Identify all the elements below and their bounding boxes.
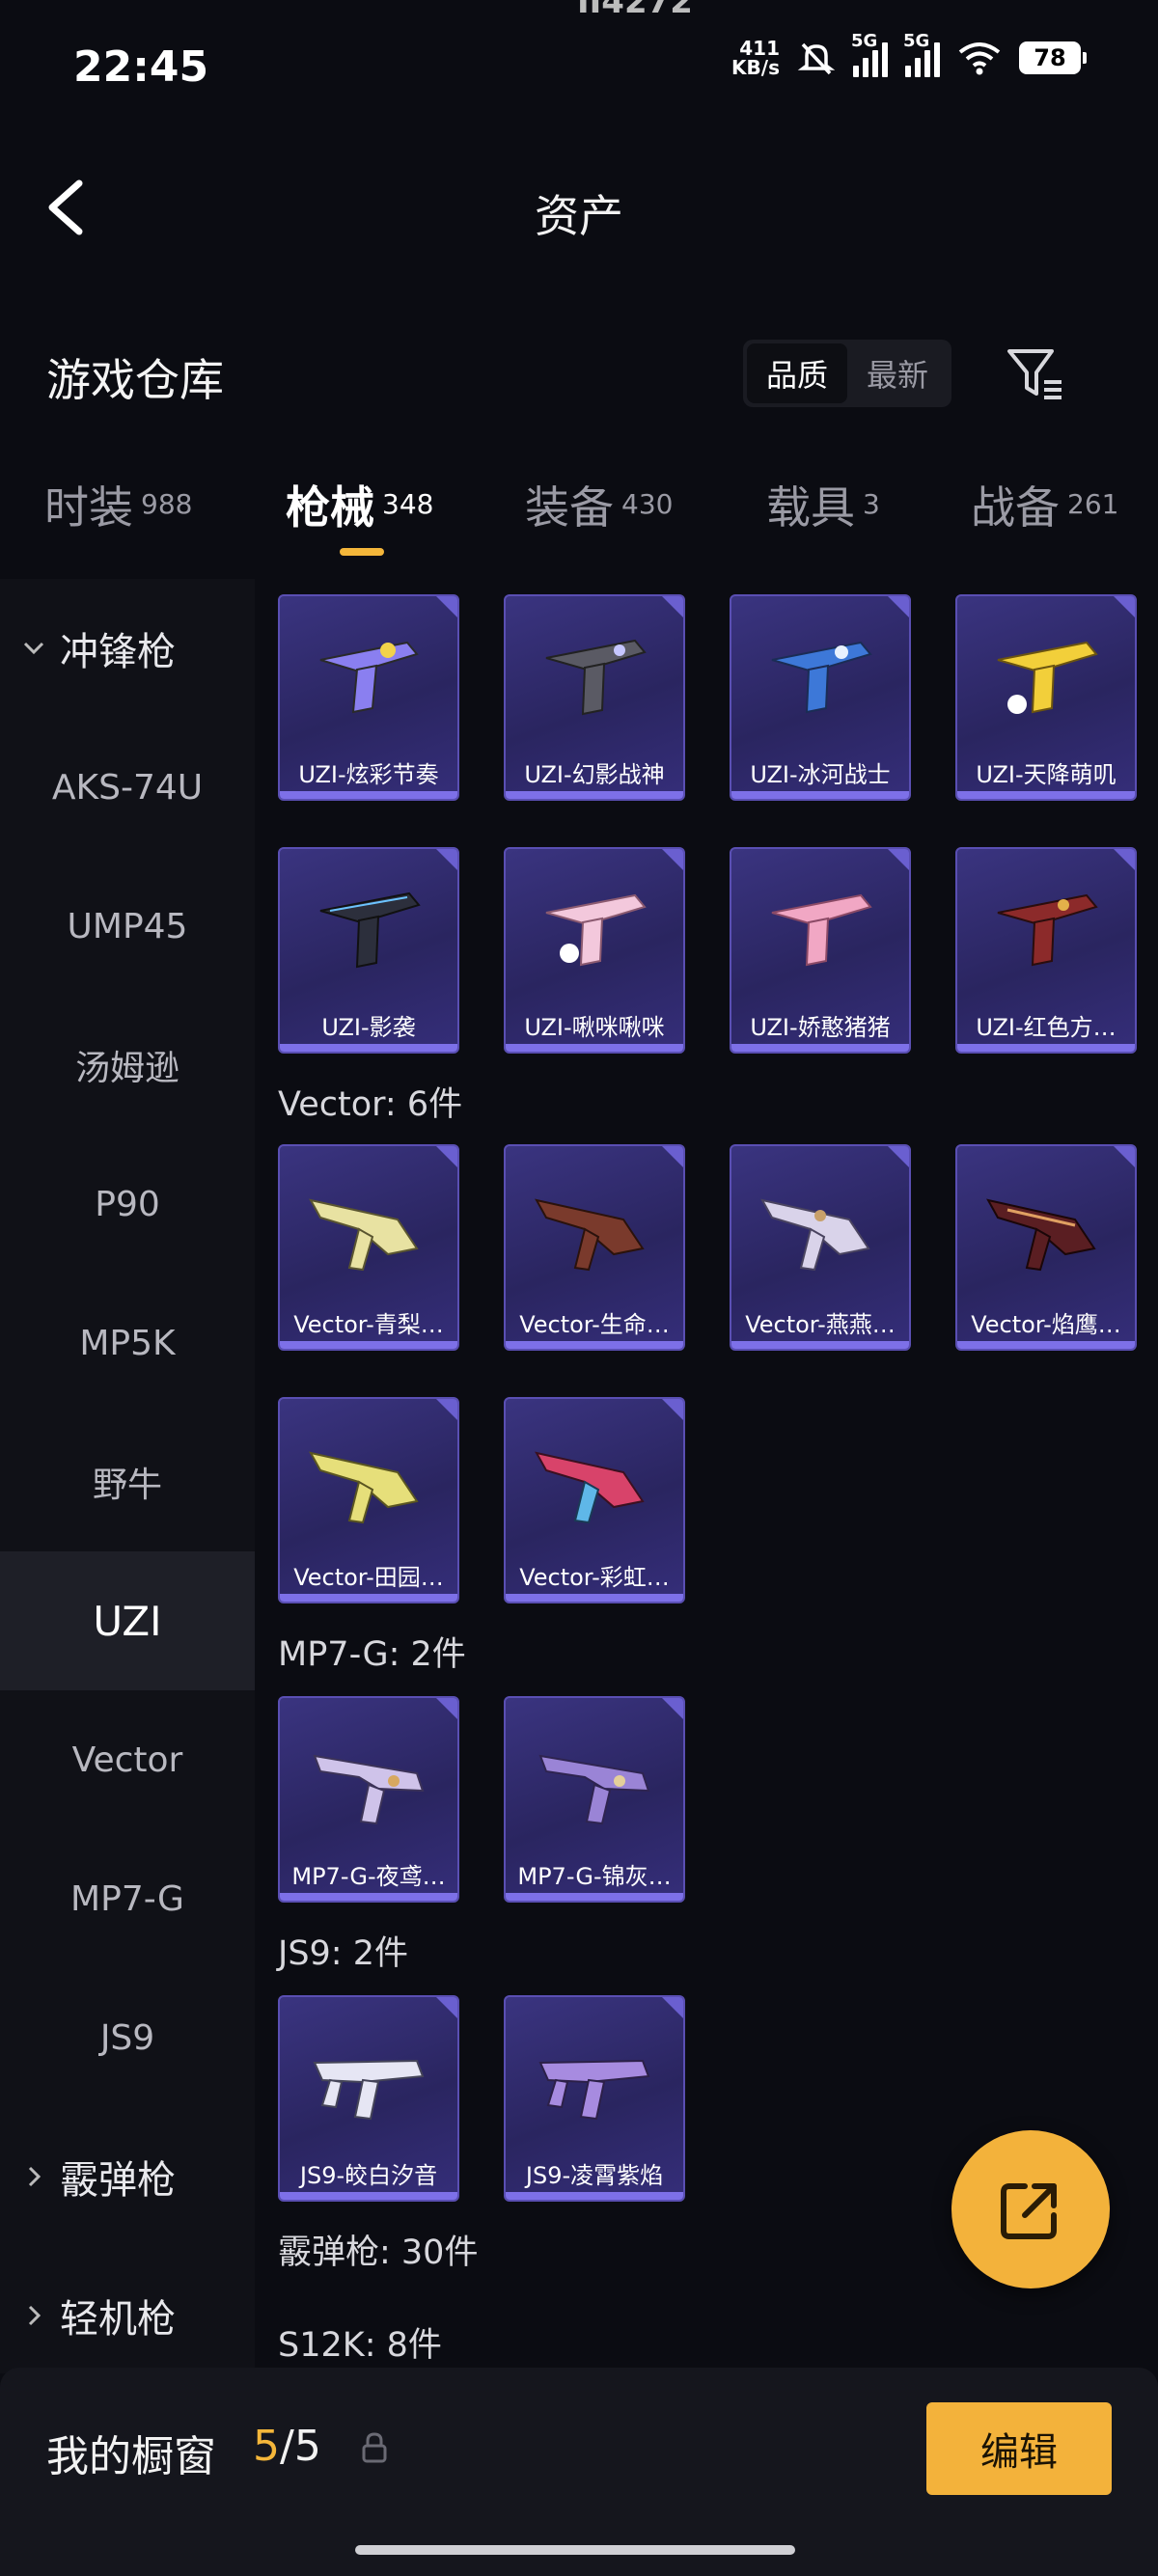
filter-icon[interactable]	[1004, 342, 1067, 405]
share-button[interactable]	[951, 2130, 1110, 2288]
skin-card[interactable]: Vector-彩虹…	[504, 1397, 685, 1603]
sidebar-group-shotgun[interactable]: 霰弹枪	[0, 2107, 255, 2246]
group-header-mp7g: MP7-G: 2件	[278, 1635, 466, 1674]
page-title: 资产	[535, 190, 623, 242]
sidebar-item-ump45[interactable]: UMP45	[0, 857, 255, 996]
mute-bell-icon	[797, 42, 836, 75]
group-header-js9: JS9: 2件	[278, 1934, 408, 1973]
showcase-count: 5/5	[253, 2422, 321, 2471]
wifi-icon	[958, 42, 1001, 75]
home-indicator[interactable]	[355, 2545, 795, 2555]
uzi-skin-icon	[771, 893, 872, 967]
uzi-skin-icon	[771, 641, 872, 714]
sidebar-item-uzi[interactable]: UZI	[0, 1551, 255, 1690]
vector-skin-icon	[986, 1198, 1096, 1272]
uzi-skin-icon	[319, 641, 419, 714]
vector-skin-icon	[309, 1198, 419, 1272]
group-header-s12k: S12K: 8件	[278, 2326, 442, 2365]
tab-equipment[interactable]: 装备 430	[525, 473, 673, 536]
uzi-skin-icon	[997, 893, 1098, 967]
vector-skin-icon	[309, 1451, 419, 1524]
sort-newest[interactable]: 最新	[847, 343, 948, 403]
sidebar-group-lmg[interactable]: 轻机枪	[0, 2246, 255, 2385]
chevron-down-icon	[21, 636, 50, 661]
skin-card[interactable]: UZI-影袭	[278, 847, 459, 1054]
sidebar-item-js9[interactable]: JS9	[0, 1968, 255, 2107]
mp7-skin-icon	[538, 1754, 650, 1825]
tab-tactical[interactable]: 战备 261	[971, 473, 1118, 536]
skin-card[interactable]: UZI-娇憨猪猪	[730, 847, 911, 1054]
mp7-skin-icon	[313, 1754, 425, 1825]
sort-quality[interactable]: 品质	[747, 343, 847, 403]
battery-indicator: 78	[1019, 41, 1087, 74]
skin-card[interactable]: Vector-焰鹰…	[955, 1144, 1137, 1351]
skin-card[interactable]: UZI-幻影战神	[504, 594, 685, 801]
skin-card[interactable]: UZI-红色方…	[955, 847, 1137, 1054]
chevron-right-icon	[21, 2303, 50, 2328]
lock-icon	[362, 2432, 387, 2463]
skin-card[interactable]: UZI-啾咪啾咪	[504, 847, 685, 1054]
tab-vehicles[interactable]: 载具 3	[766, 473, 880, 536]
vector-skin-icon	[535, 1198, 645, 1272]
sidebar-item-thompson[interactable]: 汤姆逊	[0, 996, 255, 1135]
skin-card[interactable]: Vector-生命…	[504, 1144, 685, 1351]
active-tab-indicator	[340, 548, 384, 556]
share-icon	[1001, 2183, 1057, 2239]
sidebar-item-aks74u[interactable]: AKS-74U	[0, 718, 255, 857]
uzi-skin-icon	[545, 639, 647, 716]
edit-showcase-button[interactable]: 编辑	[926, 2402, 1112, 2495]
skin-card[interactable]: UZI-炫彩节奏	[278, 594, 459, 801]
uzi-skin-icon	[545, 893, 647, 967]
category-tabs: 时装 988 枪械 348 装备 430 载具 3 战备 261	[0, 473, 1158, 560]
net-speed: 411 KB/s	[731, 37, 780, 79]
uzi-skin-icon	[997, 641, 1098, 714]
sort-toggle: 品质 最新	[743, 340, 951, 407]
tab-fashion[interactable]: 时装 988	[44, 473, 192, 536]
chevron-right-icon	[21, 2164, 50, 2189]
clock: 22:45	[73, 42, 209, 92]
skin-card[interactable]: Vector-青梨…	[278, 1144, 459, 1351]
warehouse-title: 游戏仓库	[46, 354, 224, 406]
sidebar-item-p90[interactable]: P90	[0, 1135, 255, 1274]
vector-skin-icon	[535, 1451, 645, 1524]
weapon-grid: UZI-炫彩节奏 UZI-幻影战神 UZI-冰河战士 UZI-天降萌叽 UZI-…	[255, 579, 1158, 2373]
signal-icon-sim1: 5G	[851, 31, 888, 77]
status-bar: II4272 22:45 411 KB/s 5G 5G 78	[0, 0, 1158, 125]
sidebar-item-bison[interactable]: 野牛	[0, 1412, 255, 1551]
signal-icon-sim2: 5G	[903, 31, 940, 77]
skin-card[interactable]: UZI-天降萌叽	[955, 594, 1137, 801]
showcase-bar: 我的橱窗 5/5 编辑	[0, 2368, 1158, 2576]
weapon-sidebar: 冲锋枪 AKS-74U UMP45 汤姆逊 P90 MP5K 野牛 UZI Ve…	[0, 579, 255, 2373]
sidebar-item-vector[interactable]: Vector	[0, 1690, 255, 1829]
js9-skin-icon	[538, 2059, 650, 2121]
skin-card[interactable]: JS9-凌霄紫焰	[504, 1995, 685, 2202]
skin-card[interactable]: JS9-皎白汐音	[278, 1995, 459, 2202]
sidebar-item-mp5k[interactable]: MP5K	[0, 1274, 255, 1412]
skin-card[interactable]: MP7-G-锦灰…	[504, 1696, 685, 1903]
group-header-shotgun: 霰弹枪: 30件	[278, 2233, 479, 2272]
js9-skin-icon	[313, 2059, 425, 2121]
tab-weapons[interactable]: 枪械 348	[286, 473, 433, 536]
group-header-vector: Vector: 6件	[278, 1085, 463, 1124]
status-icons: 411 KB/s 5G 5G 78	[731, 31, 1087, 79]
showcase-label: 我的橱窗	[46, 2432, 216, 2481]
skin-card[interactable]: MP7-G-夜鸢…	[278, 1696, 459, 1903]
top-cut-text: II4272	[577, 0, 693, 21]
sidebar-group-smg[interactable]: 冲锋枪	[0, 579, 255, 718]
vector-skin-icon	[760, 1198, 870, 1272]
skin-card[interactable]: Vector-燕燕…	[730, 1144, 911, 1351]
uzi-skin-icon	[319, 891, 421, 969]
skin-card[interactable]: Vector-田园…	[278, 1397, 459, 1603]
sidebar-item-mp7g[interactable]: MP7-G	[0, 1829, 255, 1968]
skin-card[interactable]: UZI-冰河战士	[730, 594, 911, 801]
